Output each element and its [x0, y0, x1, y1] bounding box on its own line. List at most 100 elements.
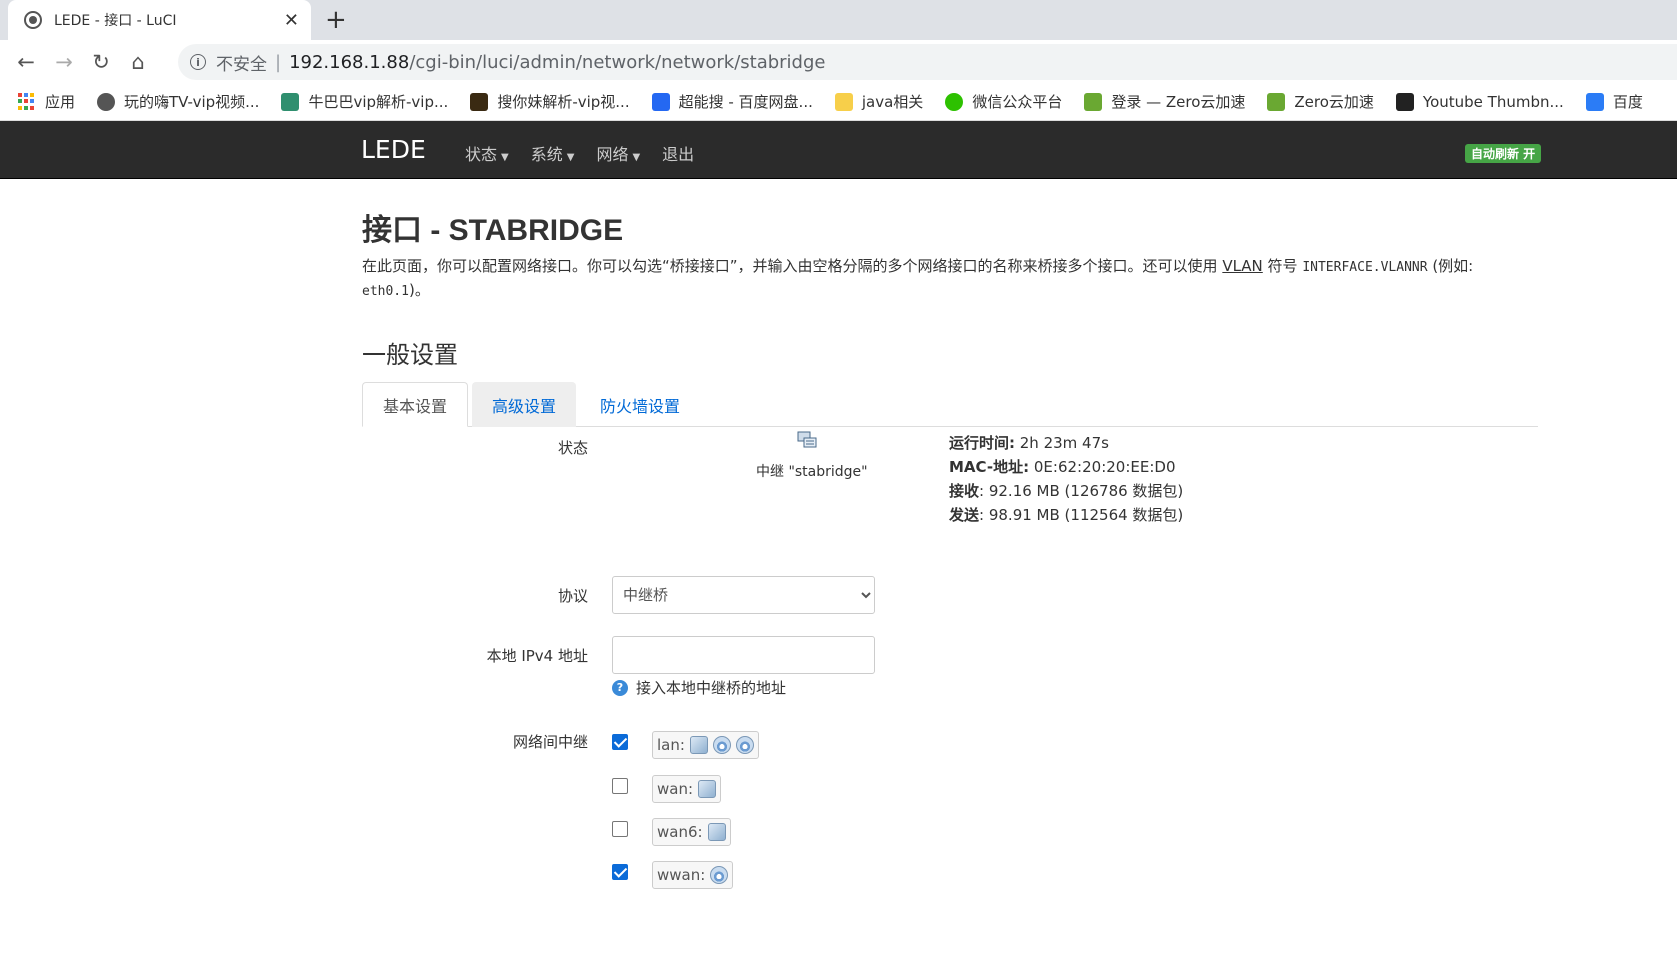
bookmark-label: 百度 — [1612, 93, 1643, 111]
bookmarks-bar: 应用 玩的嗨TV-vip视频... 牛巴巴vip解析-vip... 搜你妹解析-vip… — [0, 83, 1677, 121]
bookmark-item[interactable]: 百度 — [1585, 91, 1643, 112]
info-icon[interactable]: i — [190, 54, 206, 70]
bookmark-item[interactable]: 玩的嗨TV-vip视频... — [97, 91, 259, 112]
page-title: 接口 - STABRIDGE — [362, 214, 624, 247]
uptime-label: 运行时间: — [949, 434, 1015, 452]
luci-header: LEDE 状态 ▼ 系统 ▼ 网络 ▼ 退出 自动刷新 开 — [0, 121, 1677, 179]
play-icon — [281, 92, 300, 111]
autorefresh-toggle[interactable]: 自动刷新 开 — [1465, 144, 1542, 163]
bookmark-item[interactable]: Zero云加速 — [1267, 91, 1374, 112]
relay-name: 中继 "stabridge" — [756, 464, 868, 480]
bookmark-item[interactable]: 微信公众平台 — [945, 91, 1062, 112]
cloud-icon — [651, 92, 670, 111]
tab-title: LEDE - 接口 - LuCI — [54, 13, 177, 29]
translate-icon — [1585, 92, 1604, 111]
bookmark-label: 登录 — Zero云加速 — [1111, 93, 1246, 111]
tx-label: 发送 — [949, 506, 980, 524]
relay-between-label: 网络间中继 — [512, 733, 588, 751]
bookmark-item[interactable]: java相关 — [834, 91, 924, 112]
new-tab-button[interactable]: + — [325, 6, 347, 34]
desc-text: )。 — [408, 281, 430, 299]
protocol-select[interactable]: 中继桥 — [612, 576, 875, 614]
url-path: /cgi-bin/luci/admin/network/network/stab… — [409, 51, 826, 73]
menu-status-label: 状态 — [465, 145, 498, 164]
tx-value: : 98.91 MB (112564 数据包) — [979, 506, 1184, 524]
checkbox-wan6[interactable] — [612, 821, 628, 837]
bookmark-label: Youtube Thumbn... — [1422, 92, 1564, 111]
bookmark-item[interactable]: 牛巴巴vip解析-vip... — [281, 91, 448, 112]
lede-favicon-icon — [24, 11, 42, 29]
bookmark-label: java相关 — [861, 93, 924, 111]
back-icon[interactable]: ← — [12, 48, 40, 76]
tab-firewall[interactable]: 防火墙设置 — [580, 382, 700, 427]
folder-icon — [834, 92, 853, 111]
caret-down-icon: ▼ — [632, 152, 641, 163]
section-title: 一般设置 — [362, 341, 458, 369]
bookmark-label: 玩的嗨TV-vip视频... — [124, 93, 260, 111]
network-name-wwan: wwan: — [657, 866, 706, 884]
brand-logo[interactable]: LEDE — [361, 135, 426, 164]
checkbox-wan[interactable] — [612, 778, 628, 794]
menu-logout[interactable]: 退出 — [662, 141, 694, 165]
relay-bridge-icon — [797, 431, 817, 448]
browser-toolbar: ← → ↻ ⌂ i 不安全 | 192.168.1.88/cgi-bin/luc… — [0, 40, 1677, 83]
ipv4-hint: ? 接入本地中继桥的地址 — [612, 677, 786, 698]
crown-icon — [470, 92, 489, 111]
network-name-wan: wan: — [657, 780, 694, 798]
desc-code: INTERFACE.VLANNR — [1302, 260, 1428, 275]
main-menu: 状态 ▼ 系统 ▼ 网络 ▼ 退出 — [465, 141, 716, 165]
caret-down-icon: ▼ — [501, 152, 509, 163]
bookmark-item[interactable]: 登录 — Zero云加速 — [1084, 91, 1245, 112]
menu-network-label: 网络 — [596, 145, 629, 164]
protocol-label: 协议 — [557, 587, 588, 605]
desc-text: (例如: — [1427, 257, 1474, 275]
status-label: 状态 — [557, 439, 588, 457]
url-host: 192.168.1.88 — [289, 51, 410, 73]
ipv4-hint-text: 接入本地中继桥的地址 — [636, 679, 787, 697]
bookmark-item[interactable]: 超能搜 - 百度网盘... — [651, 91, 813, 112]
wifi-icon — [735, 736, 754, 754]
menu-system-label: 系统 — [530, 145, 563, 164]
mac-value: 0E:62:20:20:EE:D0 — [1029, 458, 1176, 476]
star-icon — [1267, 92, 1286, 111]
desc-code: eth0.1 — [362, 284, 409, 299]
tab-basic[interactable]: 基本设置 — [362, 382, 469, 427]
forward-icon[interactable]: → — [50, 48, 78, 76]
tab-advanced[interactable]: 高级设置 — [472, 382, 577, 427]
yt-icon — [1395, 92, 1414, 111]
ipv4-label: 本地 IPv4 地址 — [486, 647, 588, 665]
menu-system[interactable]: 系统 ▼ — [531, 141, 575, 165]
network-badge-wan6[interactable]: wan6: — [652, 818, 731, 846]
home-icon[interactable]: ⌂ — [124, 48, 152, 76]
tx-row: 发送: 98.91 MB (112564 数据包) — [949, 503, 1183, 527]
uptime-value: 2h 23m 47s — [1015, 434, 1109, 452]
menu-network[interactable]: 网络 ▼ — [596, 141, 640, 165]
checkbox-lan[interactable] — [612, 734, 628, 750]
url-text[interactable]: 192.168.1.88/cgi-bin/luci/admin/network/… — [289, 52, 825, 73]
menu-status[interactable]: 状态 ▼ — [465, 141, 509, 165]
status-stats: 运行时间: 2h 23m 47s MAC-地址: 0E:62:20:20:EE:… — [949, 431, 1183, 527]
mac-label: MAC-地址: — [949, 458, 1030, 476]
bookmark-item[interactable]: 应用 — [18, 91, 75, 112]
insecure-label: 不安全 — [216, 54, 267, 75]
network-badge-wan[interactable]: wan: — [652, 775, 722, 803]
checkbox-wwan[interactable] — [612, 864, 628, 880]
caret-down-icon: ▼ — [566, 152, 575, 163]
network-badge-lan[interactable]: lan: — [652, 731, 759, 759]
bookmark-label: Zero云加速 — [1294, 93, 1374, 111]
main-content: 接口 - STABRIDGE 在此页面，你可以配置网络接口。你可以勾选“桥接接口… — [362, 179, 1538, 427]
bookmark-item[interactable]: 搜你妹解析-vip视... — [470, 91, 630, 112]
desc-text: 符号 — [1262, 257, 1303, 275]
browser-tab[interactable]: LEDE - 接口 - LuCI ✕ — [8, 0, 311, 40]
star-icon — [1084, 92, 1103, 111]
close-tab-icon[interactable]: ✕ — [284, 10, 299, 31]
reload-icon[interactable]: ↻ — [87, 48, 115, 76]
rx-value: : 92.16 MB (126786 数据包) — [979, 482, 1184, 500]
wifi-icon — [712, 736, 731, 754]
bookmark-item[interactable]: Youtube Thumbn... — [1395, 92, 1564, 111]
address-bar[interactable]: i 不安全 | 192.168.1.88/cgi-bin/luci/admin/… — [178, 44, 1677, 80]
rx-label: 接收 — [949, 482, 980, 500]
rx-row: 接收: 92.16 MB (126786 数据包) — [949, 479, 1183, 503]
ipv4-input[interactable] — [612, 636, 875, 674]
network-badge-wwan[interactable]: wwan: — [652, 861, 734, 889]
